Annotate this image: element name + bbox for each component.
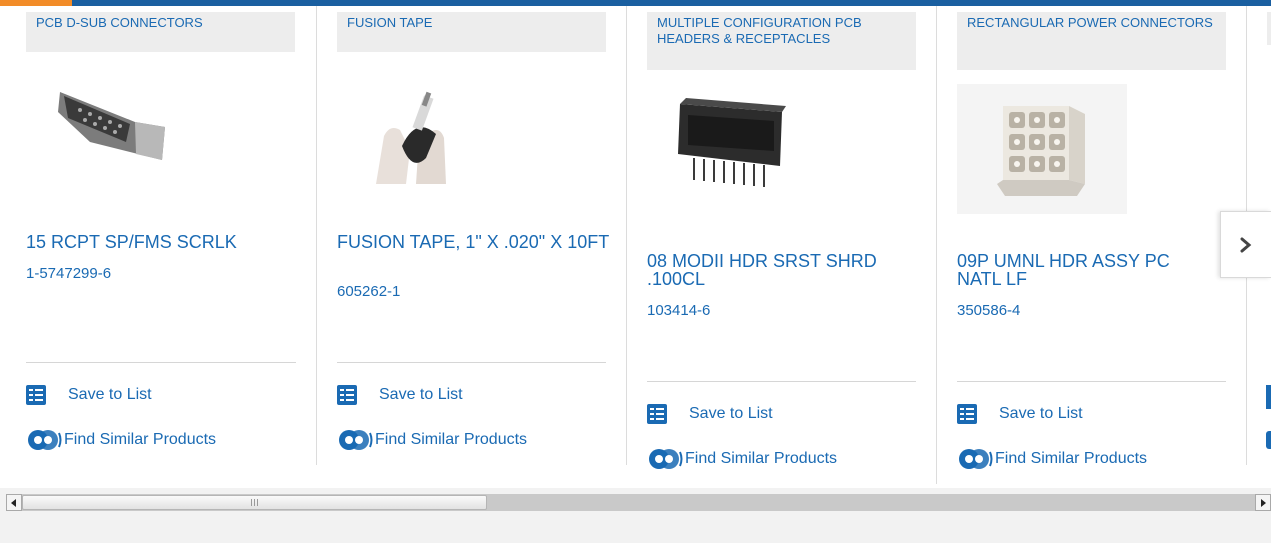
find-similar-icon [28,430,62,450]
save-to-list-label: Save to List [689,405,773,422]
product-card: PCB D-SUB CONNECTORS 15 RCPT SP/FMS SCRL… [0,6,317,465]
save-to-list-label: Save to List [68,386,152,403]
card-divider [26,362,296,363]
product-name-link[interactable]: FUSION TAPE, 1" X .020" X 10FT [337,233,612,251]
find-similar-button[interactable]: Find Similar Products [647,448,837,470]
part-number-link[interactable]: 103414-6 [647,302,710,319]
list-icon [957,404,977,424]
product-card: RECTANGULAR POWER CONNECTORS 09P UMNL HD… [936,6,1247,469]
part-number-link[interactable]: 605262-1 [337,283,400,300]
product-image[interactable] [674,96,794,196]
horizontal-scrollbar[interactable] [6,494,1271,511]
product-carousel: PCB D-SUB CONNECTORS 15 RCPT SP/FMS SCRL… [0,0,1271,488]
find-similar-label: Find Similar Products [685,450,838,467]
product-card: MULTIPLE CONFIGURATION PCB HEADERS & REC… [626,6,937,484]
save-to-list-button[interactable]: Save to List [337,385,463,405]
product-name-link[interactable]: 08 MODII HDR SRST SHRD .100CL [647,252,922,288]
scroll-right-button[interactable] [1255,494,1271,511]
product-image[interactable] [50,82,170,172]
card-divider [647,381,916,382]
find-similar-icon [339,430,373,450]
save-to-list-label: Save to List [379,386,463,403]
chevron-right-icon [1240,237,1252,252]
list-icon [647,404,667,424]
thumb-grip [257,499,258,506]
find-similar-icon [959,449,993,469]
part-number-link[interactable]: 1-5747299-6 [26,265,111,282]
next-card-list-icon-edge [1266,385,1271,409]
product-card: FUSION TAPE FUSION TAPE, 1" X .020" X 10… [316,6,627,465]
scroll-thumb[interactable] [22,495,487,510]
product-image[interactable] [366,76,466,186]
part-number-link[interactable]: 350586-4 [957,302,1020,319]
find-similar-button[interactable]: Find Similar Products [337,429,527,451]
find-similar-button[interactable]: Find Similar Products [26,429,216,451]
save-to-list-button[interactable]: Save to List [957,404,1083,424]
save-to-list-button[interactable]: Save to List [26,385,152,405]
find-similar-label: Find Similar Products [64,431,217,448]
find-similar-icon [649,449,683,469]
save-to-list-button[interactable]: Save to List [647,404,773,424]
find-similar-label: Find Similar Products [375,431,528,448]
arrow-right-icon [1261,498,1266,507]
category-label[interactable]: PCB D-SUB CONNECTORS [26,12,295,52]
category-label[interactable]: RECTANGULAR POWER CONNECTORS [957,12,1226,70]
list-icon [337,385,357,405]
thumb-grip [251,499,252,506]
arrow-left-icon [11,498,16,507]
product-name-link[interactable]: 09P UMNL HDR ASSY PC NATL LF [957,252,1217,288]
card-divider [957,381,1226,382]
category-label[interactable]: MULTIPLE CONFIGURATION PCB HEADERS & REC… [647,12,916,70]
card-divider [337,362,606,363]
save-to-list-label: Save to List [999,405,1083,422]
product-name-link[interactable]: 15 RCPT SP/FMS SCRLK [26,233,296,251]
next-card-similar-icon-edge [1266,431,1271,449]
list-icon [26,385,46,405]
carousel-next-button[interactable] [1220,211,1271,278]
find-similar-label: Find Similar Products [995,450,1148,467]
find-similar-button[interactable]: Find Similar Products [957,448,1147,470]
thumb-grip [254,499,255,506]
next-card-category-edge [1267,12,1271,45]
product-image[interactable] [957,84,1127,214]
category-label[interactable]: FUSION TAPE [337,12,606,52]
scroll-left-button[interactable] [6,494,22,511]
